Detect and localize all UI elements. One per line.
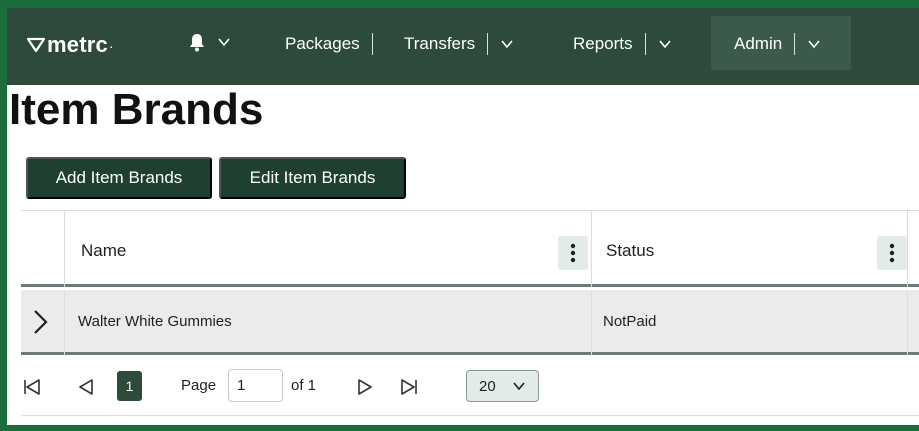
add-item-brands-button[interactable]: Add Item Brands [26, 157, 212, 199]
nav-reports-label: Reports [573, 34, 633, 53]
row-status-cell: NotPaid [603, 313, 657, 330]
name-column-menu-button[interactable] [558, 236, 588, 270]
nav-divider [794, 33, 796, 55]
nav-divider [644, 33, 646, 55]
top-nav: metrc . Packages Transfers Reports Admin [7, 8, 919, 85]
chevron-down-icon [218, 38, 230, 47]
metrc-logo-icon [27, 37, 45, 53]
kebab-menu-icon [889, 243, 895, 263]
row-name-cell: Walter White Gummies [78, 313, 232, 330]
column-divider [907, 211, 908, 287]
first-page-icon[interactable] [21, 376, 43, 398]
page-size-select[interactable]: 20 [466, 370, 539, 402]
logo-dot-text: . [109, 39, 113, 51]
nav-packages-label: Packages [285, 34, 360, 53]
logo-text: metrc [47, 32, 108, 57]
nav-admin-label: Admin [734, 34, 783, 53]
column-divider [591, 290, 592, 355]
status-column-menu-button[interactable] [877, 236, 907, 270]
table-row[interactable]: Walter White Gummies NotPaid [21, 290, 919, 355]
page-count-label: of 1 [291, 377, 317, 394]
chevron-down-icon [658, 40, 671, 49]
previous-page-icon[interactable] [75, 376, 97, 398]
next-page-icon[interactable] [354, 376, 376, 398]
page-number-input[interactable] [228, 369, 283, 402]
column-divider [64, 211, 65, 287]
item-brands-grid: Name Status Walter White Gummies NotPaid [21, 210, 919, 416]
row-expand-chevron-icon[interactable] [31, 308, 51, 336]
nav-reports[interactable]: Reports [573, 26, 672, 62]
column-header-status[interactable]: Status [606, 241, 654, 261]
column-divider [64, 290, 65, 355]
metrc-logo[interactable]: metrc . [27, 32, 113, 58]
bell-icon [190, 34, 204, 52]
chevron-down-icon [513, 382, 525, 391]
last-page-icon[interactable] [398, 376, 420, 398]
page-title: Item Brands [9, 85, 264, 134]
edit-item-brands-button[interactable]: Edit Item Brands [219, 157, 406, 199]
nav-transfers[interactable]: Transfers [404, 26, 514, 62]
grid-header: Name Status [21, 211, 919, 287]
column-divider [907, 290, 908, 355]
notifications-menu[interactable] [187, 24, 231, 60]
page-size-value: 20 [479, 377, 496, 395]
nav-divider [371, 33, 373, 55]
column-divider [591, 211, 592, 287]
column-header-name[interactable]: Name [81, 241, 126, 261]
page-label: Page [181, 377, 217, 394]
kebab-menu-icon [570, 243, 576, 263]
nav-divider [487, 33, 489, 55]
current-page-button[interactable]: 1 [117, 371, 142, 401]
nav-admin[interactable]: Admin [734, 26, 821, 62]
nav-packages[interactable]: Packages [285, 26, 385, 62]
chevron-down-icon [808, 40, 820, 49]
pagination-bar: 1 Page of 1 20 [21, 358, 919, 416]
chevron-down-icon [501, 40, 513, 49]
nav-transfers-label: Transfers [404, 34, 476, 53]
